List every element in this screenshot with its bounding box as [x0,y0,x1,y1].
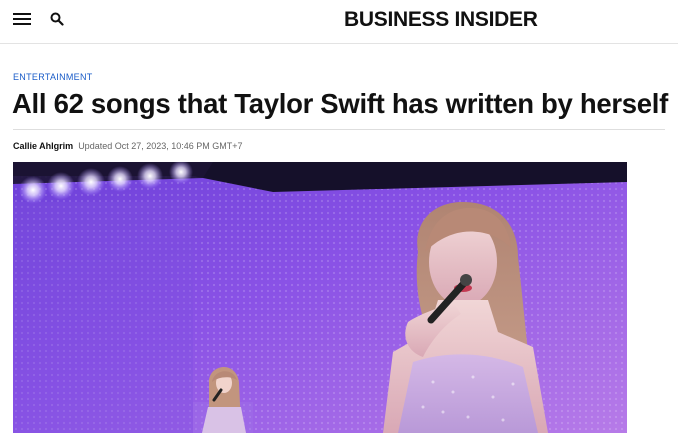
divider [13,129,665,130]
site-logo[interactable]: BUSINESS INSIDER [344,8,538,32]
hero-image [13,162,627,433]
search-icon[interactable] [50,12,64,26]
publish-date: Updated Oct 27, 2023, 10:46 PM GMT+7 [78,141,243,151]
section-kicker[interactable]: ENTERTAINMENT [13,72,93,82]
byline: Callie Ahlgrim Updated Oct 27, 2023, 10:4… [13,141,243,151]
author-name[interactable]: Callie Ahlgrim [13,141,73,151]
article-headline: All 62 songs that Taylor Swift has writt… [12,88,668,119]
hamburger-menu-icon[interactable] [13,12,31,26]
site-header: BUSINESS INSIDER [0,0,678,44]
